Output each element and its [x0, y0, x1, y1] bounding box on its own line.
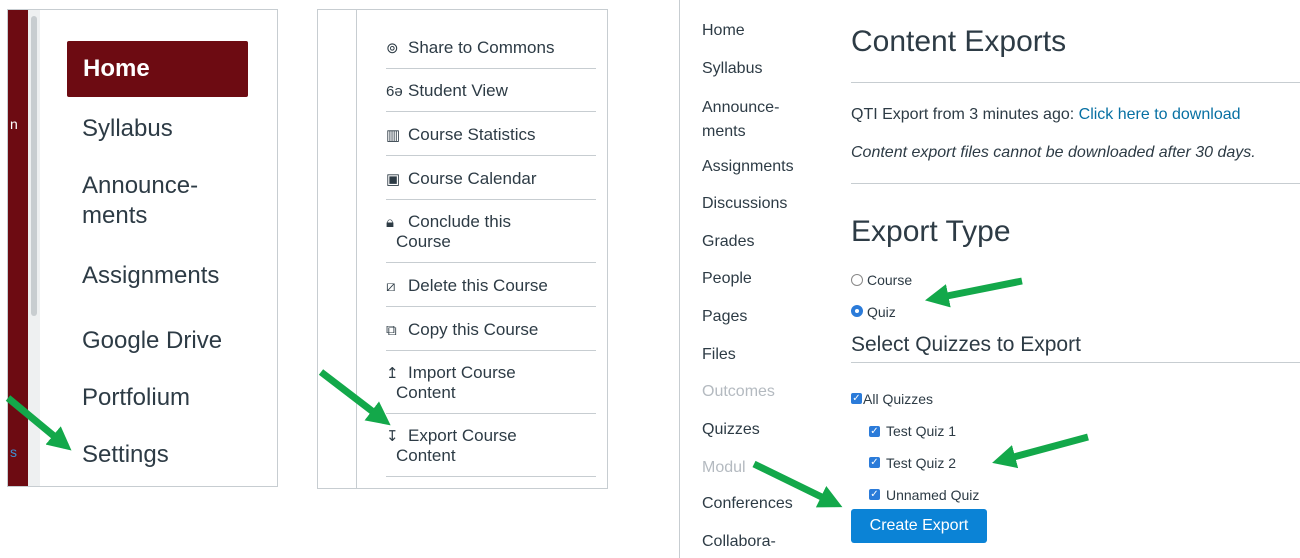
arrow-to-quiz-radio: [924, 277, 1023, 308]
annotation-arrows: [5, 277, 1089, 508]
arrow-to-settings: [5, 395, 72, 451]
arrow-to-export: [318, 369, 391, 426]
arrow-to-quiz-list: [992, 433, 1089, 469]
arrow-to-create-export: [752, 460, 843, 508]
